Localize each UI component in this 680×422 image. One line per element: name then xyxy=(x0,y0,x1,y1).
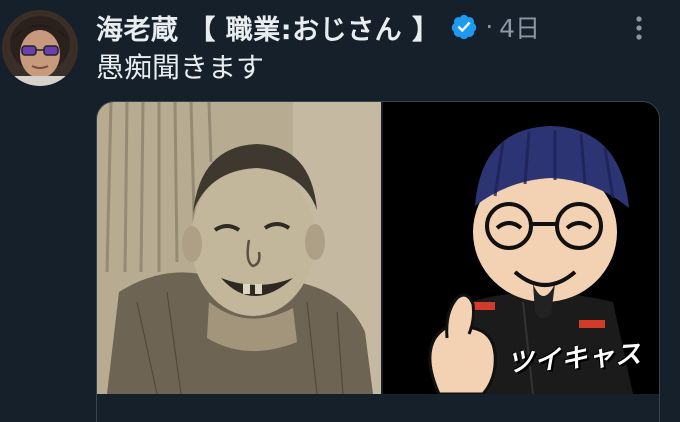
timestamp[interactable]: 4日 xyxy=(499,9,540,45)
media-card[interactable]: ツイキャス xyxy=(96,101,660,422)
more-vertical-icon xyxy=(636,16,642,40)
display-name[interactable]: 海老蔵 【 職業:おじさん 】 xyxy=(96,8,440,47)
verified-badge-icon xyxy=(450,13,478,41)
media-image-right[interactable]: ツイキャス xyxy=(383,102,659,394)
tweet-text: 愚痴聞きます xyxy=(96,51,265,84)
tweet-container: 海老蔵 【 職業:おじさん 】 · 4日 愚痴聞きます ツイキャス xyxy=(0,0,680,422)
separator-dot: · xyxy=(485,13,494,41)
avatar[interactable] xyxy=(2,10,78,86)
tweet-header: 海老蔵 【 職業:おじさん 】 · 4日 xyxy=(96,4,680,50)
media-image-left[interactable] xyxy=(97,102,381,394)
more-options-button[interactable] xyxy=(624,12,654,44)
media-caption-area xyxy=(97,394,659,422)
avatar-photo xyxy=(2,10,78,86)
